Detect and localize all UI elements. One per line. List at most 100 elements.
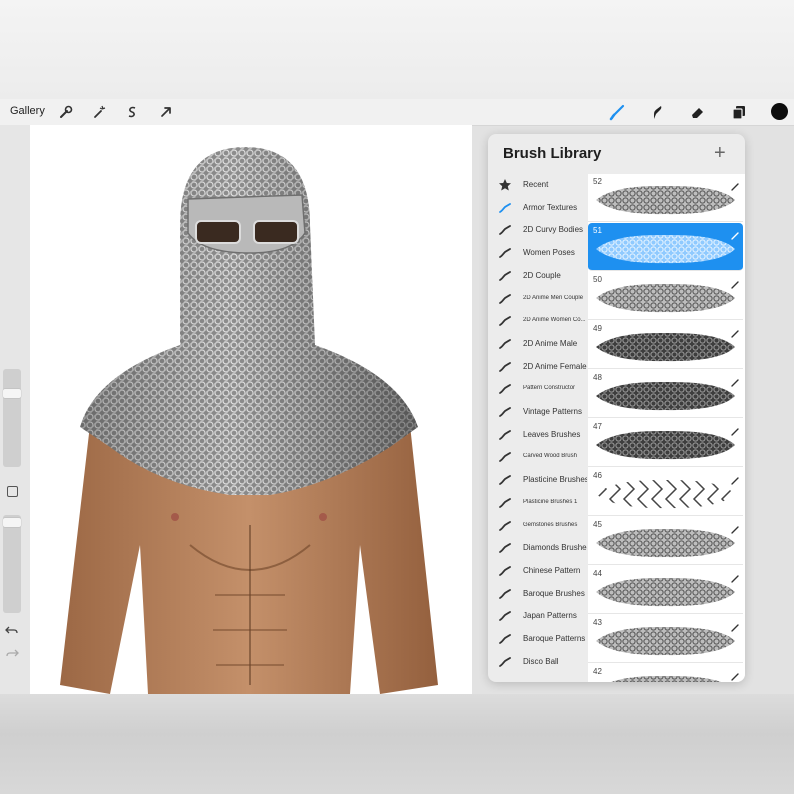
brush-set-item[interactable]: 2D Anime Men Couple [488,288,588,310]
brush-set-item[interactable]: Pattern Constructor [488,378,588,400]
brush-set-item[interactable]: 2D Anime Female [488,356,588,378]
brush-set-item[interactable]: Plasticine Brushes 1 [488,492,588,514]
brush-item[interactable]: 46 [588,468,743,516]
brush-stroke-icon [498,541,512,555]
layers-icon[interactable] [730,103,748,121]
brush-set-item[interactable]: Diamonds Brushes [488,537,588,559]
redo-icon[interactable] [5,646,19,660]
brush-edit-icon [731,276,739,289]
brush-stroke-preview [594,183,737,217]
brush-stroke-icon [498,519,512,533]
brush-edit-icon [731,423,739,436]
brush-item[interactable]: 51 [588,223,743,271]
brush-icon[interactable] [608,103,626,121]
brush-stroke-preview [594,673,737,682]
brush-stroke-icon [498,405,512,419]
brush-stroke-icon [498,337,512,351]
brush-set-label: Japan Patterns [523,611,577,621]
brush-stroke-icon [498,223,512,237]
brush-stroke-preview [594,575,737,609]
brush-size-slider[interactable] [3,369,21,467]
brush-item[interactable]: 47 [588,419,743,467]
brush-stroke-icon [498,473,512,487]
brush-item[interactable]: 50 [588,272,743,320]
modify-button[interactable] [7,486,18,497]
brush-item[interactable]: 48 [588,370,743,418]
eraser-icon[interactable] [689,103,707,121]
brush-set-item[interactable]: Leaves Brushes [488,424,588,446]
brush-set-label: Disco Ball [523,656,559,666]
brush-edit-icon [731,325,739,338]
brush-set-item[interactable]: Baroque Patterns [488,628,588,650]
undo-icon[interactable] [5,623,19,637]
color-picker-button[interactable] [771,103,788,120]
magic-wand-icon[interactable] [90,103,108,121]
brush-item[interactable]: 44 [588,566,743,614]
brush-set-label: 2D Anime Male [523,338,578,348]
brush-set-item[interactable]: Armor Textures [488,197,588,219]
brush-stroke-icon [498,360,512,374]
brush-set-item[interactable]: Women Poses [488,242,588,264]
brush-set-label: Pattern Constructor [523,385,576,392]
selection-s-icon[interactable] [123,103,141,121]
arrow-cursor-icon[interactable] [157,103,175,121]
brush-set-item[interactable]: Vintage Patterns [488,401,588,423]
brush-set-label: 2D Anime Women Co... [523,317,586,324]
brush-set-label: Plasticine Brushes [523,475,587,485]
brush-set-label: Plasticine Brushes 1 [523,498,578,505]
brush-stroke-icon [498,246,512,260]
brush-set-label: 2D Anime Female [523,361,587,371]
wrench-icon[interactable] [57,103,75,121]
brush-set-item[interactable]: 2D Couple [488,265,588,287]
brush-edit-icon [731,668,739,681]
brush-set-label: 2D Anime Men Couple [523,294,584,301]
brush-set-item[interactable]: 2D Anime Male [488,333,588,355]
drawing-canvas[interactable] [30,125,472,694]
opacity-slider[interactable] [3,515,21,613]
add-brush-set-button[interactable]: + [714,143,726,163]
brush-list: 52 51 50 49 48 47 46 45 44 43 42 [588,174,745,682]
brush-library-title: Brush Library [503,145,602,162]
brush-item[interactable]: 43 [588,615,743,663]
brush-set-label: Gemstones Brushes [523,521,578,528]
smudge-icon[interactable] [648,103,666,121]
opacity-thumb[interactable] [3,518,21,527]
brush-stroke-icon [498,314,512,328]
brush-edit-icon [731,227,739,240]
brush-set-item[interactable]: Chinese Pattern [488,560,588,582]
brush-item[interactable]: 52 [588,174,743,222]
brush-stroke-icon [498,655,512,669]
brush-stroke-icon [498,428,512,442]
brush-set-item[interactable]: Gemstones Brushes [488,515,588,537]
brush-set-item[interactable]: Disco Ball [488,651,588,673]
brush-stroke-preview [594,281,737,315]
brush-library-panel: Brush Library + Recent Armor Textures 2D C… [488,134,745,682]
background-bottom [0,694,794,794]
brush-item[interactable]: 49 [588,321,743,369]
brush-set-item[interactable]: Recent [488,174,588,196]
brush-set-item[interactable]: Japan Patterns [488,605,588,627]
brush-set-item[interactable]: 2D Curvy Bodies [488,219,588,241]
brush-set-label: Baroque Brushes [523,588,585,598]
brush-set-item[interactable]: 2D Anime Women Co... [488,310,588,332]
brush-stroke-preview [594,526,737,560]
background-top [0,0,794,100]
brush-stroke-preview [594,330,737,364]
brush-set-label: Armor Textures [523,202,578,212]
brush-stroke-preview [594,428,737,462]
brush-set-label: Baroque Patterns [523,634,586,643]
tablet-screen: Gallery Brush Library + Recent Armor Tex… [0,99,794,694]
brush-stroke-preview [594,232,737,266]
brush-stroke-preview [594,379,737,413]
brush-item[interactable]: 45 [588,517,743,565]
brush-size-thumb[interactable] [3,389,21,398]
brush-edit-icon [731,472,739,485]
brush-stroke-icon [498,201,512,215]
gallery-button[interactable]: Gallery [10,105,45,117]
brush-set-label: Vintage Patterns [523,407,583,416]
brush-edit-icon [731,178,739,191]
brush-set-item[interactable]: Carved Wood Brush [488,446,588,468]
brush-set-item[interactable]: Baroque Brushes [488,583,588,605]
brush-set-item[interactable]: Plasticine Brushes [488,469,588,491]
brush-item[interactable]: 42 [588,664,743,682]
